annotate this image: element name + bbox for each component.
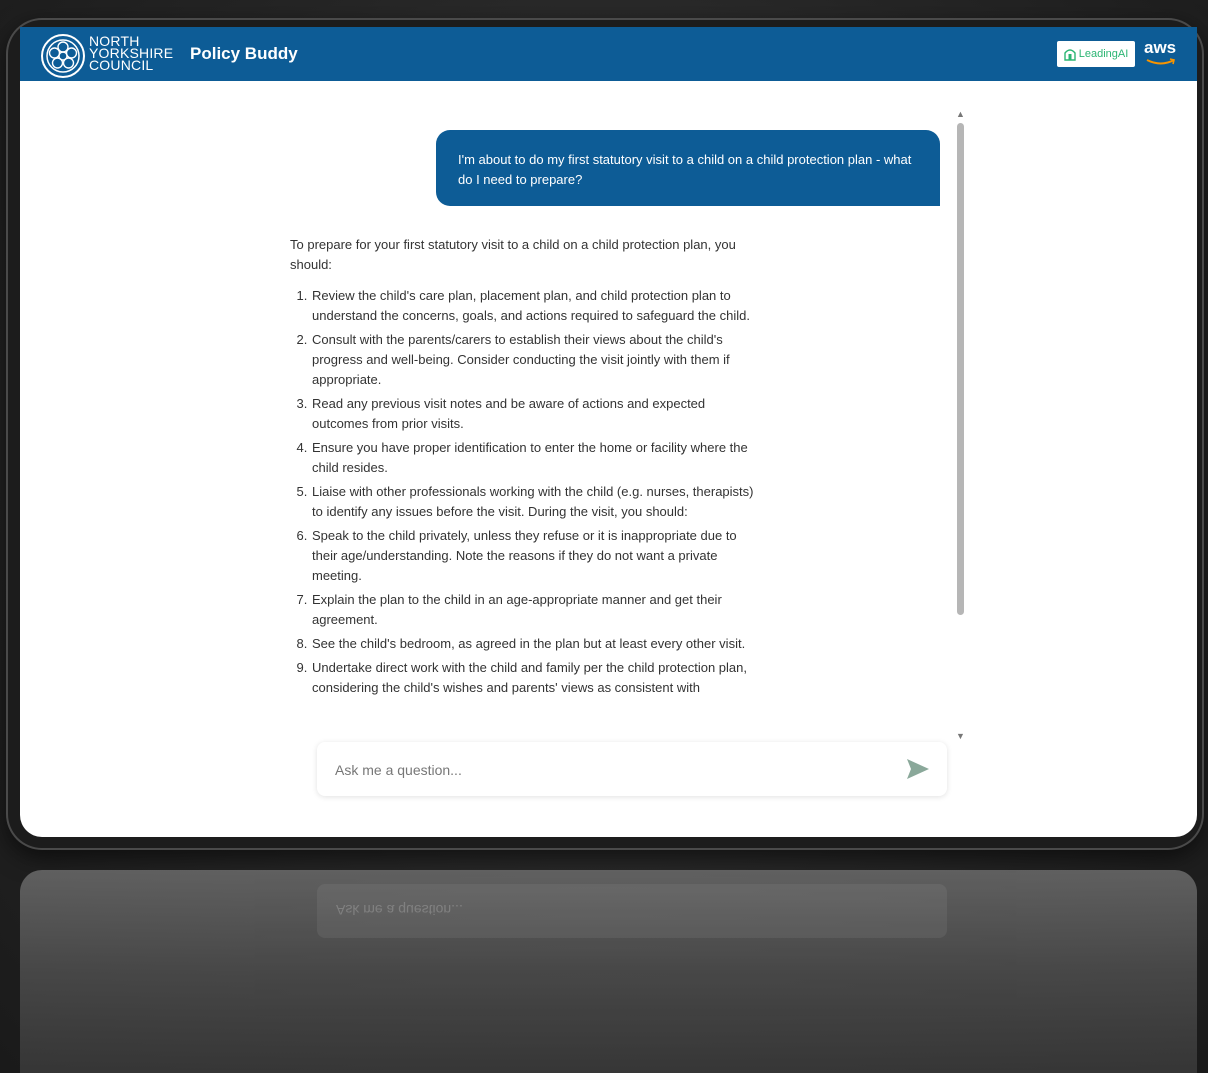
answer-item: Explain the plan to the child in an age-… [311, 590, 760, 630]
answer-item: See the child's bedroom, as agreed in th… [311, 634, 760, 654]
app-header: NORTH YORKSHIRE COUNCIL Policy Buddy Lea… [20, 27, 1197, 81]
chat-area[interactable]: I'm about to do my first statutory visit… [20, 81, 1197, 761]
question-input-box[interactable] [317, 742, 947, 798]
aws-smile-icon [1146, 58, 1175, 65]
user-message-text: I'm about to do my first statutory visit… [458, 152, 912, 187]
answer-list: Review the child's care plan, placement … [290, 286, 760, 698]
reflection-placeholder: Ask me a question... [336, 902, 463, 918]
answer-item: Ensure you have proper identification to… [311, 438, 760, 478]
answer-item: Undertake direct work with the child and… [311, 658, 760, 698]
answer-item: Read any previous visit notes and be awa… [311, 394, 760, 434]
aws-logo: aws [1144, 38, 1177, 65]
answer-item: Liaise with other professionals working … [311, 482, 760, 522]
screen-reflection: Ask me a question... [20, 870, 1197, 1073]
app-screen: NORTH YORKSHIRE COUNCIL Policy Buddy Lea… [20, 27, 1197, 837]
leadingai-logo: LeadingAI [1057, 41, 1135, 67]
scroll-up-arrow-icon[interactable]: ▲ [956, 109, 965, 119]
answer-intro: To prepare for your first statutory visi… [290, 237, 736, 272]
org-name: NORTH YORKSHIRE COUNCIL [89, 34, 173, 72]
app-title: Policy Buddy [190, 44, 298, 63]
send-arrow-icon[interactable] [906, 758, 930, 780]
user-message-bubble: I'm about to do my first statutory visit… [436, 130, 940, 206]
assistant-answer: To prepare for your first statutory visi… [290, 235, 760, 702]
leadingai-label: LeadingAI [1078, 48, 1129, 60]
answer-item: Review the child's care plan, placement … [311, 286, 760, 326]
leadingai-house-icon [1064, 49, 1076, 61]
scroll-down-arrow-icon[interactable]: ▼ [956, 731, 965, 741]
council-rose-logo-icon [41, 34, 85, 78]
answer-item: Speak to the child privately, unless the… [311, 526, 760, 586]
aws-label: aws [1144, 38, 1177, 57]
answer-item: Consult with the parents/carers to estab… [311, 330, 760, 390]
scrollbar-thumb[interactable] [957, 123, 964, 615]
question-input[interactable] [333, 742, 897, 798]
